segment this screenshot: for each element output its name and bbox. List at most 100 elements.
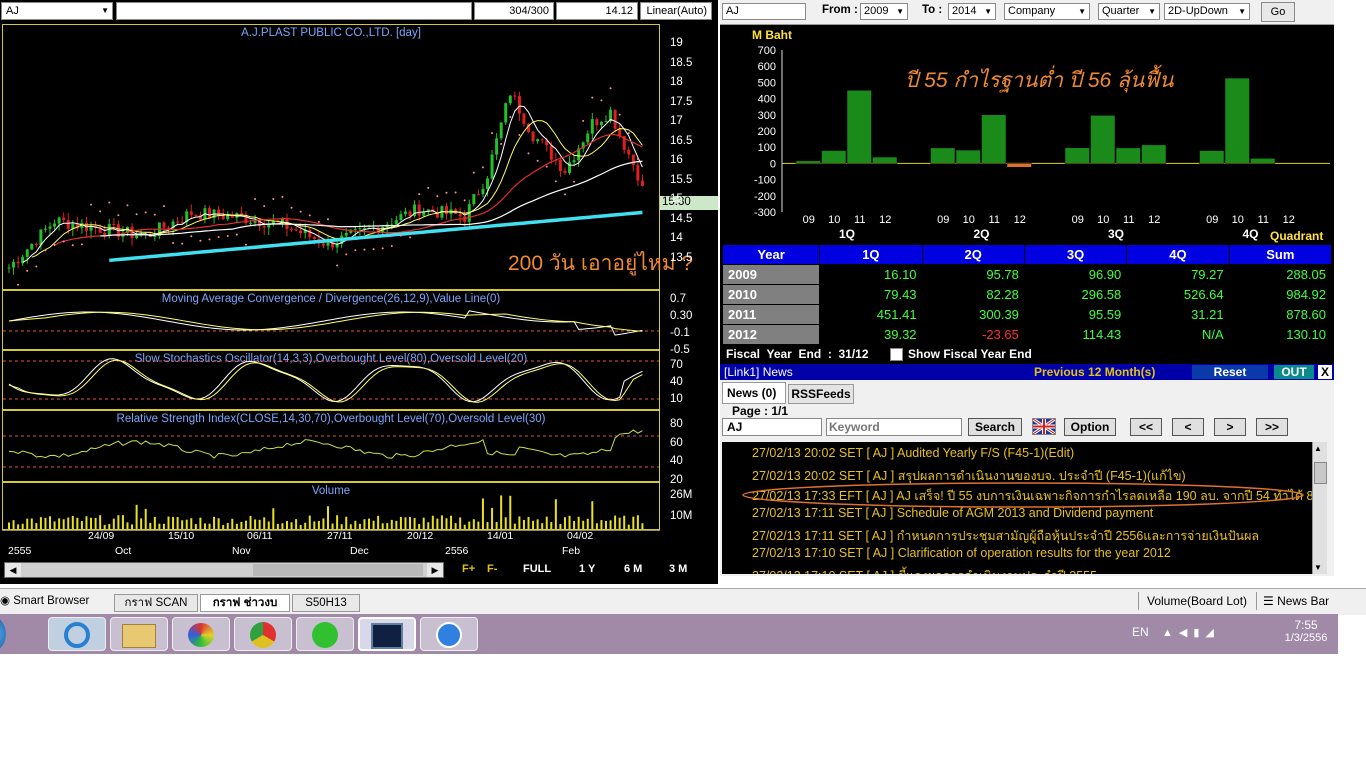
volume-icon[interactable]: ◀ (1179, 627, 1193, 639)
volume-board-lot[interactable]: Volume(Board Lot) (1138, 592, 1247, 610)
stochastic-pane[interactable]: Slow Stochastics Oscillator(14,3,3),Over… (2, 350, 660, 410)
news-item[interactable]: 27/02/13 17:10 SET [ AJ ] ชี้แจงผลการดำเ… (752, 566, 1097, 574)
sar-dot (618, 113, 621, 116)
candle (504, 102, 508, 126)
network-icon[interactable]: ▮ (1193, 627, 1205, 639)
prev-page-button[interactable]: < (1172, 418, 1204, 436)
quadrant-legend: Quadrant (1270, 229, 1324, 243)
range-3m-button[interactable]: 3 M (669, 563, 687, 575)
price-pane[interactable]: A.J.PLAST PUBLIC CO.,LTD. [day] 200 วัน … (2, 24, 693, 290)
close-icon[interactable]: X (1318, 365, 1332, 379)
volume-bar (272, 508, 275, 529)
sar-dot (144, 211, 147, 214)
table-cell: 130.10 (1228, 324, 1333, 345)
next-page-button[interactable]: > (1214, 418, 1246, 436)
fin-symbol-dropdown[interactable]: AJ (722, 3, 806, 20)
paint-icon[interactable] (172, 617, 230, 651)
chart-scrollbar[interactable]: ◀ ▶ (4, 562, 444, 578)
news-bar-toggle[interactable]: ☰ News Bar (1256, 592, 1329, 610)
candle (394, 215, 398, 225)
search-button[interactable]: Search (968, 418, 1022, 436)
candle (244, 211, 248, 226)
macd-pane[interactable]: Moving Average Convergence / Divergence(… (2, 290, 660, 350)
to-year-dropdown[interactable]: 2014 ▼ (948, 3, 996, 20)
signal-icon[interactable]: ◢ (1205, 627, 1219, 639)
reset-button[interactable]: Reset (1192, 365, 1268, 379)
candle (413, 200, 417, 218)
news-symbol-input[interactable]: AJ (722, 418, 822, 436)
volume-bar (399, 516, 402, 529)
mode-dropdown[interactable]: 2D-UpDown ▼ (1164, 3, 1250, 20)
price-axis-label: 18.5 (670, 56, 693, 69)
chevron-down-icon: ▼ (1078, 7, 1086, 16)
font-decrease-button[interactable]: F- (487, 563, 497, 575)
tray-icons[interactable]: ▲◀▮◢ (1162, 626, 1220, 639)
first-page-button[interactable]: << (1130, 418, 1162, 436)
volume-bar (222, 524, 225, 529)
volume-bar (290, 522, 293, 529)
font-increase-button[interactable]: F+ (462, 563, 475, 575)
volume-pane[interactable]: Volume (2, 482, 660, 530)
rsi-axis-label: 20 (670, 473, 683, 486)
tab-news[interactable]: News (0) (722, 382, 786, 404)
volume-bar (632, 516, 635, 529)
news-scrollbar-thumb[interactable] (1314, 462, 1327, 484)
go-button[interactable]: Go (1261, 2, 1295, 22)
workspace-tab[interactable]: กราฟ SCAN (114, 594, 198, 612)
rsi-pane[interactable]: Relative Strength Index(CLOSE,14,30,70),… (2, 410, 660, 482)
clock[interactable]: 7:55 1/3/2556 (1280, 618, 1332, 644)
workspace-tab[interactable]: กราฟ ช่าวงบ (200, 594, 290, 612)
candle (226, 211, 230, 221)
rsi-axis-label: 60 (670, 436, 683, 449)
scale-mode[interactable]: Linear(Auto) (640, 2, 712, 20)
option-button[interactable]: Option (1064, 418, 1116, 436)
sar-dot (545, 165, 548, 168)
language-flag-icon[interactable] (1032, 417, 1056, 436)
rsi-axis-label: 80 (670, 418, 683, 430)
out-button[interactable]: OUT (1274, 365, 1314, 379)
news-scrollbar[interactable]: ▲ ▼ (1312, 442, 1327, 574)
itunes-icon[interactable] (420, 617, 478, 651)
scrollbar-thumb[interactable] (253, 564, 423, 576)
period-value: Quarter (1102, 5, 1140, 17)
range-6m-button[interactable]: 6 M (624, 563, 642, 575)
volume-bar (481, 498, 484, 529)
clock-date: 1/3/2556 (1284, 632, 1328, 644)
news-item[interactable]: 27/02/13 17:10 SET [ AJ ] Clarification … (752, 546, 1171, 560)
candle (481, 183, 485, 198)
stochastic-axis-label: 40 (670, 376, 683, 388)
scroll-up-icon[interactable]: ▲ (1314, 444, 1322, 453)
workspace-tab[interactable]: S50H13 (292, 594, 360, 612)
range-1y-button[interactable]: 1 Y (579, 563, 595, 575)
rsi-line (3, 429, 659, 468)
price-axis-label: 18 (670, 76, 683, 88)
tab-rss[interactable]: RSSFeeds (788, 384, 854, 404)
scroll-down-icon[interactable]: ▼ (1314, 563, 1322, 572)
smart-browser-dropdown[interactable]: ◉ Smart Browser ▼ (0, 592, 96, 624)
scroll-left-icon[interactable]: ◀ (5, 563, 21, 577)
volume-bar (103, 524, 106, 529)
sar-dot (600, 99, 603, 102)
period-dropdown[interactable]: Quarter ▼ (1098, 3, 1160, 20)
from-year-value: 2009 (864, 5, 889, 17)
news-item[interactable]: 27/02/13 17:11 SET [ AJ ] กำหนดการประชุม… (752, 526, 1259, 546)
tray-arrow-icon[interactable]: ▲ (1162, 627, 1179, 639)
file-explorer-icon[interactable] (110, 617, 168, 651)
chrome-icon[interactable] (234, 617, 292, 651)
symbol-dropdown[interactable]: AJ ▼ (1, 2, 113, 20)
time-label-top: 06/11 (247, 530, 273, 542)
language-indicator[interactable]: EN (1132, 625, 1149, 639)
range-full-button[interactable]: FULL (523, 563, 551, 575)
last-page-button[interactable]: >> (1256, 418, 1288, 436)
scroll-right-icon[interactable]: ▶ (427, 563, 443, 577)
type-dropdown[interactable]: Company ▼ (1004, 3, 1090, 20)
internet-explorer-icon[interactable] (48, 617, 106, 651)
show-fiscal-checkbox[interactable] (890, 348, 903, 361)
volume-bar (418, 524, 421, 529)
line-icon[interactable] (296, 617, 354, 651)
keyword-input[interactable] (826, 418, 962, 436)
volume-bar (550, 522, 553, 529)
news-item[interactable]: 27/02/13 20:02 SET [ AJ ] Audited Yearly… (752, 446, 1074, 460)
from-year-dropdown[interactable]: 2009 ▼ (860, 3, 908, 20)
trading-app-icon[interactable] (358, 617, 416, 651)
